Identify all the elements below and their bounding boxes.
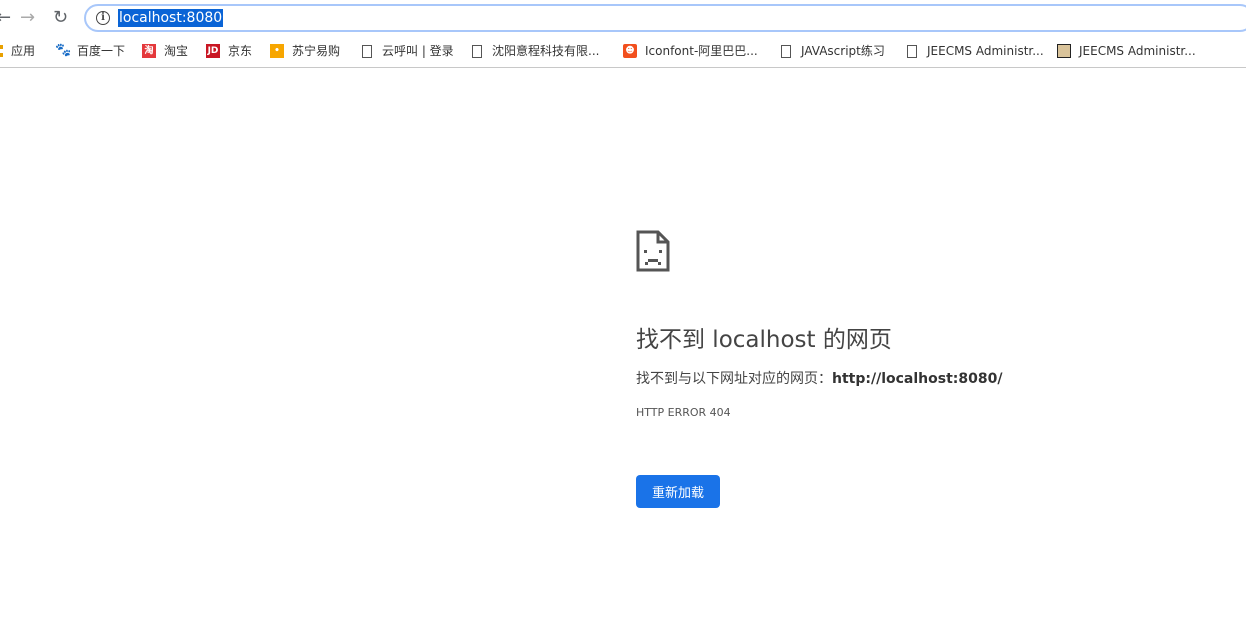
sad-page-icon — [636, 230, 670, 276]
back-icon[interactable]: ← — [0, 8, 11, 28]
bookmark-label: JEECMS Administr... — [927, 44, 1044, 58]
bookmark-label: 云呼叫 | 登录 — [382, 44, 454, 58]
apps-icon — [0, 45, 3, 57]
browser-toolbar: ← → ↻ i localhost:8080 — [0, 0, 1246, 36]
jeecms-icon — [1057, 44, 1071, 58]
address-bar[interactable]: i localhost:8080 — [84, 4, 1246, 32]
page-icon — [781, 44, 791, 58]
bookmark-javascript[interactable]: JAVAscript练习 — [779, 44, 885, 58]
bookmark-baidu[interactable]: 🐾 百度一下 — [55, 43, 126, 59]
bookmark-jeecms-2[interactable]: JEECMS Administr... — [1057, 44, 1196, 58]
page-icon — [907, 44, 917, 58]
bookmarks-bar: 应用 🐾 百度一下 淘淘宝 JD 京东 • 苏宁易购 云呼叫 | 登录 沈阳意程科技有… — [0, 36, 1246, 68]
bookmark-label: 沈阳意程科技有限... — [492, 44, 600, 58]
error-message: 找不到与以下网址对应的网页：http://localhost:8080/ — [636, 368, 1002, 388]
forward-icon[interactable]: → — [20, 8, 35, 28]
bookmark-label: Iconfont-阿里巴巴... — [645, 44, 758, 58]
iconfont-icon: ☻ — [623, 44, 637, 58]
error-title: 找不到 localhost 的网页 — [636, 327, 892, 353]
page-icon — [362, 44, 372, 58]
error-message-text: 找不到与以下网址对应的网页： — [636, 371, 832, 387]
bookmark-label: 淘宝 — [164, 44, 189, 58]
baidu-icon: 🐾 — [55, 43, 72, 58]
url-text[interactable]: localhost:8080 — [118, 9, 224, 27]
suning-icon: • — [270, 44, 284, 58]
info-icon[interactable]: i — [96, 11, 110, 25]
bookmark-label: 百度一下 — [77, 44, 126, 58]
error-url: http://localhost:8080/ — [832, 371, 1003, 387]
bookmark-iconfont[interactable]: ☻ Iconfont-阿里巴巴... — [623, 44, 758, 58]
reload-icon[interactable]: ↻ — [53, 8, 68, 28]
bookmark-jd[interactable]: JD 京东 — [206, 44, 252, 58]
bookmark-yunhujiao[interactable]: 云呼叫 | 登录 — [360, 44, 454, 58]
bookmark-apps[interactable]: 应用 — [0, 44, 35, 58]
jd-icon: JD — [206, 44, 220, 58]
bookmark-shenyang[interactable]: 沈阳意程科技有限... — [470, 44, 599, 58]
bookmark-label: JEECMS Administr... — [1079, 44, 1196, 58]
bookmark-jeecms-1[interactable]: JEECMS Administr... — [905, 44, 1044, 58]
bookmark-label: 苏宁易购 — [292, 44, 341, 58]
bookmark-suning[interactable]: • 苏宁易购 — [270, 44, 340, 58]
taobao-icon: 淘 — [142, 44, 156, 58]
bookmark-taobao[interactable]: 淘淘宝 — [142, 44, 188, 58]
error-code: HTTP ERROR 404 — [636, 406, 731, 419]
bookmark-label: 应用 — [11, 44, 36, 58]
reload-button[interactable]: 重新加载 — [636, 475, 720, 508]
page-icon — [472, 44, 482, 58]
bookmark-label: JAVAscript练习 — [801, 44, 885, 58]
bookmark-label: 京东 — [228, 44, 253, 58]
